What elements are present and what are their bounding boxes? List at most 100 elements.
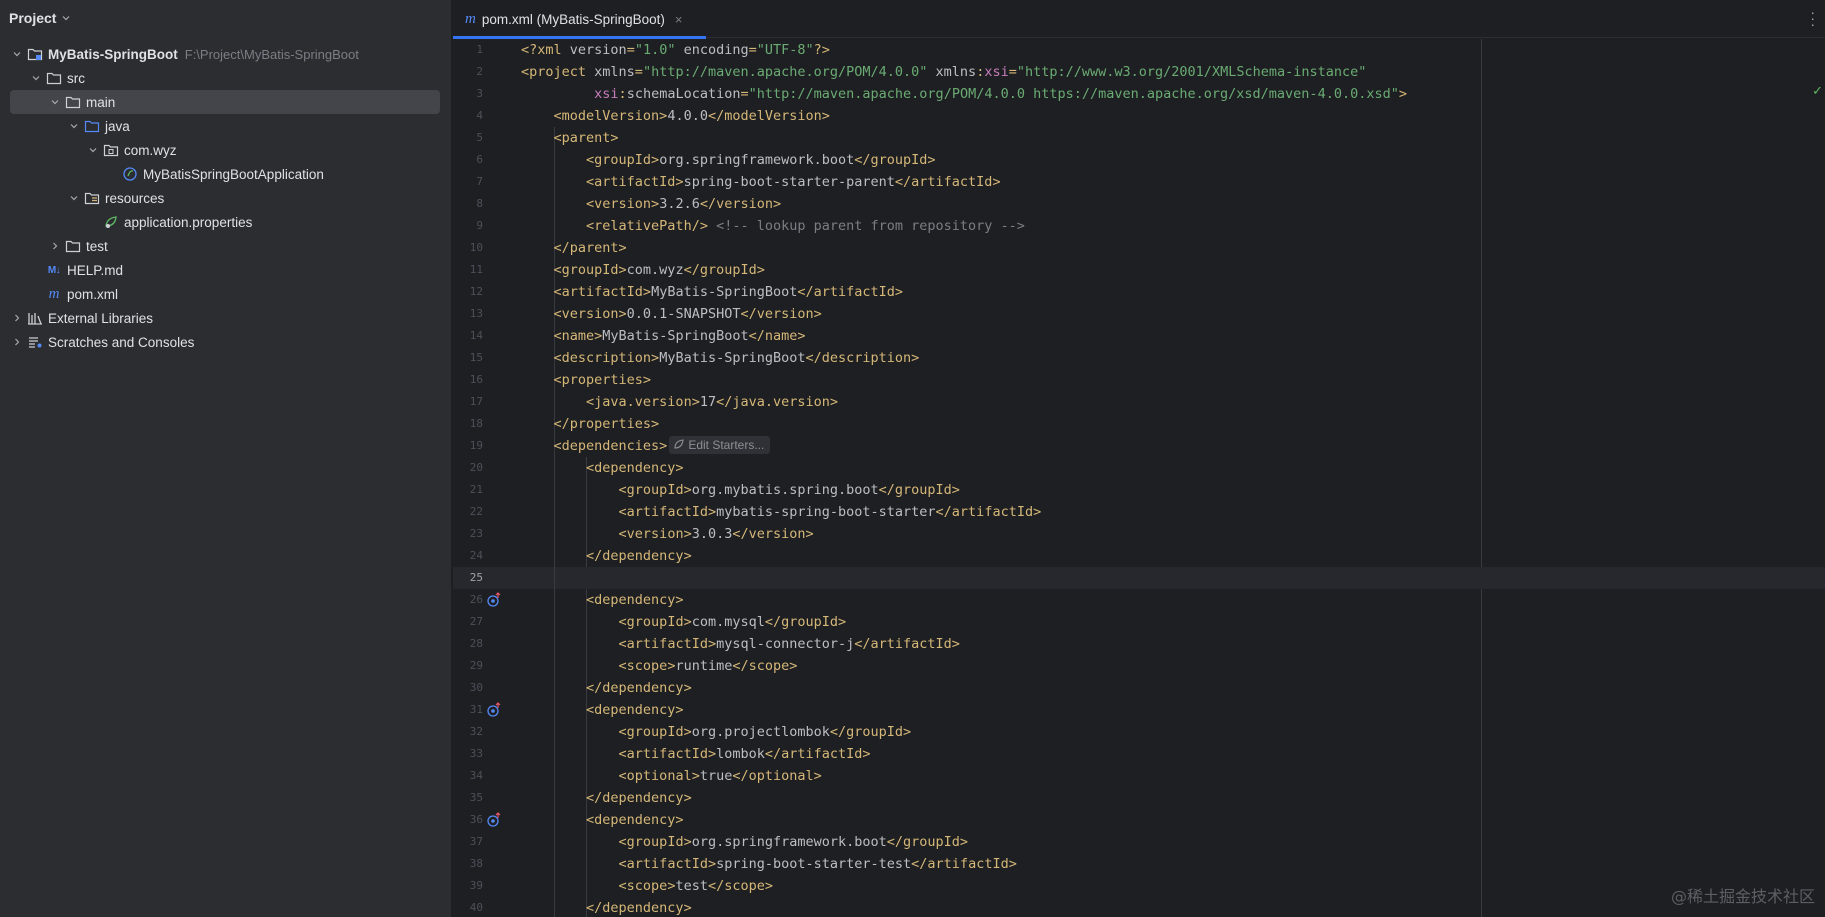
- no-problems-check-icon[interactable]: ✓: [1812, 83, 1823, 99]
- chevron-down-icon[interactable]: [62, 14, 70, 22]
- line-number[interactable]: 4: [453, 109, 483, 122]
- code-line[interactable]: <version>3.2.6</version>: [521, 193, 781, 215]
- code-line[interactable]: <?xml version="1.0" encoding="UTF-8"?>: [521, 39, 830, 61]
- line-number[interactable]: 40: [453, 901, 483, 914]
- chevron-right-icon[interactable]: [9, 310, 25, 326]
- line-number[interactable]: 10: [453, 241, 483, 254]
- dependency-navigation-icon[interactable]: [486, 702, 502, 718]
- line-number[interactable]: 21: [453, 483, 483, 496]
- line-number[interactable]: 28: [453, 637, 483, 650]
- line-number[interactable]: 17: [453, 395, 483, 408]
- line-number[interactable]: 2: [453, 65, 483, 78]
- line-number[interactable]: 37: [453, 835, 483, 848]
- line-number[interactable]: 38: [453, 857, 483, 870]
- line-number[interactable]: 8: [453, 197, 483, 210]
- chevron-down-icon[interactable]: [47, 94, 63, 110]
- line-number[interactable]: 19: [453, 439, 483, 452]
- editor-tab-pom-xml[interactable]: m pom.xml (MyBatis-SpringBoot) ×: [453, 0, 706, 39]
- chevron-down-icon[interactable]: [9, 46, 25, 62]
- line-number[interactable]: 31: [453, 703, 483, 716]
- code-line[interactable]: <java.version>17</java.version>: [521, 391, 838, 413]
- code-line[interactable]: <scope>test</scope>: [521, 875, 773, 897]
- code-line[interactable]: </dependency>: [521, 545, 692, 567]
- code-line[interactable]: <groupId>org.mybatis.spring.boot</groupI…: [521, 479, 960, 501]
- line-number[interactable]: 23: [453, 527, 483, 540]
- line-number[interactable]: 30: [453, 681, 483, 694]
- line-number[interactable]: 1: [453, 43, 483, 56]
- code-line[interactable]: xsi:schemaLocation="http://maven.apache.…: [521, 83, 1407, 105]
- tree-item-application-properties[interactable]: application.properties: [0, 210, 452, 234]
- line-number[interactable]: 11: [453, 263, 483, 276]
- tree-item-java[interactable]: java: [0, 114, 452, 138]
- chevron-right-icon[interactable]: [47, 238, 63, 254]
- code-line[interactable]: </properties>: [521, 413, 660, 435]
- tree-item-main[interactable]: main: [10, 90, 440, 114]
- chevron-down-icon[interactable]: [66, 190, 82, 206]
- edit-starters-inlay-button[interactable]: Edit Starters...: [669, 436, 771, 454]
- line-number[interactable]: 34: [453, 769, 483, 782]
- code-line[interactable]: <dependencies> Edit Starters...: [521, 435, 771, 457]
- code-line[interactable]: <dependency>: [521, 589, 684, 611]
- code-line[interactable]: <artifactId>mybatis-spring-boot-starter<…: [521, 501, 1042, 523]
- chevron-down-icon[interactable]: [85, 142, 101, 158]
- code-line[interactable]: <name>MyBatis-SpringBoot</name>: [521, 325, 806, 347]
- line-number[interactable]: 20: [453, 461, 483, 474]
- line-number[interactable]: 16: [453, 373, 483, 386]
- tree-item-test[interactable]: test: [0, 234, 452, 258]
- chevron-down-icon[interactable]: [66, 118, 82, 134]
- line-number[interactable]: 27: [453, 615, 483, 628]
- line-number[interactable]: 36: [453, 813, 483, 826]
- code-line[interactable]: <artifactId>spring-boot-starter-parent</…: [521, 171, 1001, 193]
- code-line[interactable]: <dependency>: [521, 457, 684, 479]
- code-line[interactable]: <project xmlns="http://maven.apache.org/…: [521, 61, 1366, 83]
- dependency-navigation-icon[interactable]: [486, 592, 502, 608]
- code-line[interactable]: <properties>: [521, 369, 652, 391]
- code-line[interactable]: <dependency>: [521, 809, 684, 831]
- project-panel-header[interactable]: Project: [0, 0, 451, 36]
- line-number[interactable]: 6: [453, 153, 483, 166]
- code-line[interactable]: <artifactId>lombok</artifactId>: [521, 743, 871, 765]
- code-line[interactable]: <relativePath/> <!-- lookup parent from …: [521, 215, 1025, 237]
- code-line[interactable]: <version>3.0.3</version>: [521, 523, 814, 545]
- code-line[interactable]: <optional>true</optional>: [521, 765, 822, 787]
- tree-item-external-libraries[interactable]: External Libraries: [0, 306, 452, 330]
- chevron-right-icon[interactable]: [9, 334, 25, 350]
- code-line[interactable]: <artifactId>spring-boot-starter-test</ar…: [521, 853, 1017, 875]
- line-number[interactable]: 14: [453, 329, 483, 342]
- line-number[interactable]: 15: [453, 351, 483, 364]
- tree-item-scratches-and-consoles[interactable]: Scratches and Consoles: [0, 330, 452, 354]
- line-number[interactable]: 25: [453, 571, 483, 584]
- tree-item-mybatisspringbootapplication[interactable]: MyBatisSpringBootApplication: [0, 162, 452, 186]
- tree-item-src[interactable]: src: [0, 66, 452, 90]
- code-line[interactable]: </dependency>: [521, 897, 692, 917]
- line-number[interactable]: 32: [453, 725, 483, 738]
- line-number[interactable]: 5: [453, 131, 483, 144]
- tree-item-com-wyz[interactable]: com.wyz: [0, 138, 452, 162]
- code-line[interactable]: <modelVersion>4.0.0</modelVersion>: [521, 105, 830, 127]
- tree-item-mybatis-springboot[interactable]: MyBatis-SpringBoot F:\Project\MyBatis-Spr…: [0, 42, 452, 66]
- line-number[interactable]: 29: [453, 659, 483, 672]
- line-number[interactable]: 39: [453, 879, 483, 892]
- code-line[interactable]: </dependency>: [521, 787, 692, 809]
- code-line[interactable]: <groupId>com.wyz</groupId>: [521, 259, 765, 281]
- line-number[interactable]: 24: [453, 549, 483, 562]
- line-number[interactable]: 26: [453, 593, 483, 606]
- code-line[interactable]: </parent>: [521, 237, 627, 259]
- chevron-down-icon[interactable]: [28, 70, 44, 86]
- code-line[interactable]: <groupId>org.springframework.boot</group…: [521, 831, 969, 853]
- code-line[interactable]: <groupId>org.projectlombok</groupId>: [521, 721, 912, 743]
- code-line[interactable]: <parent>: [521, 127, 619, 149]
- code-line[interactable]: <artifactId>MyBatis-SpringBoot</artifact…: [521, 281, 904, 303]
- line-number[interactable]: 18: [453, 417, 483, 430]
- line-number[interactable]: 22: [453, 505, 483, 518]
- line-number[interactable]: 33: [453, 747, 483, 760]
- code-line[interactable]: <groupId>com.mysql</groupId>: [521, 611, 847, 633]
- line-number[interactable]: 7: [453, 175, 483, 188]
- tree-item-resources[interactable]: resources: [0, 186, 452, 210]
- code-line[interactable]: <artifactId>mysql-connector-j</artifactI…: [521, 633, 960, 655]
- tree-item-pom-xml[interactable]: m pom.xml: [0, 282, 452, 306]
- code-line[interactable]: <scope>runtime</scope>: [521, 655, 798, 677]
- line-number[interactable]: 9: [453, 219, 483, 232]
- tree-item-help-md[interactable]: M↓ HELP.md: [0, 258, 452, 282]
- line-number[interactable]: 3: [453, 87, 483, 100]
